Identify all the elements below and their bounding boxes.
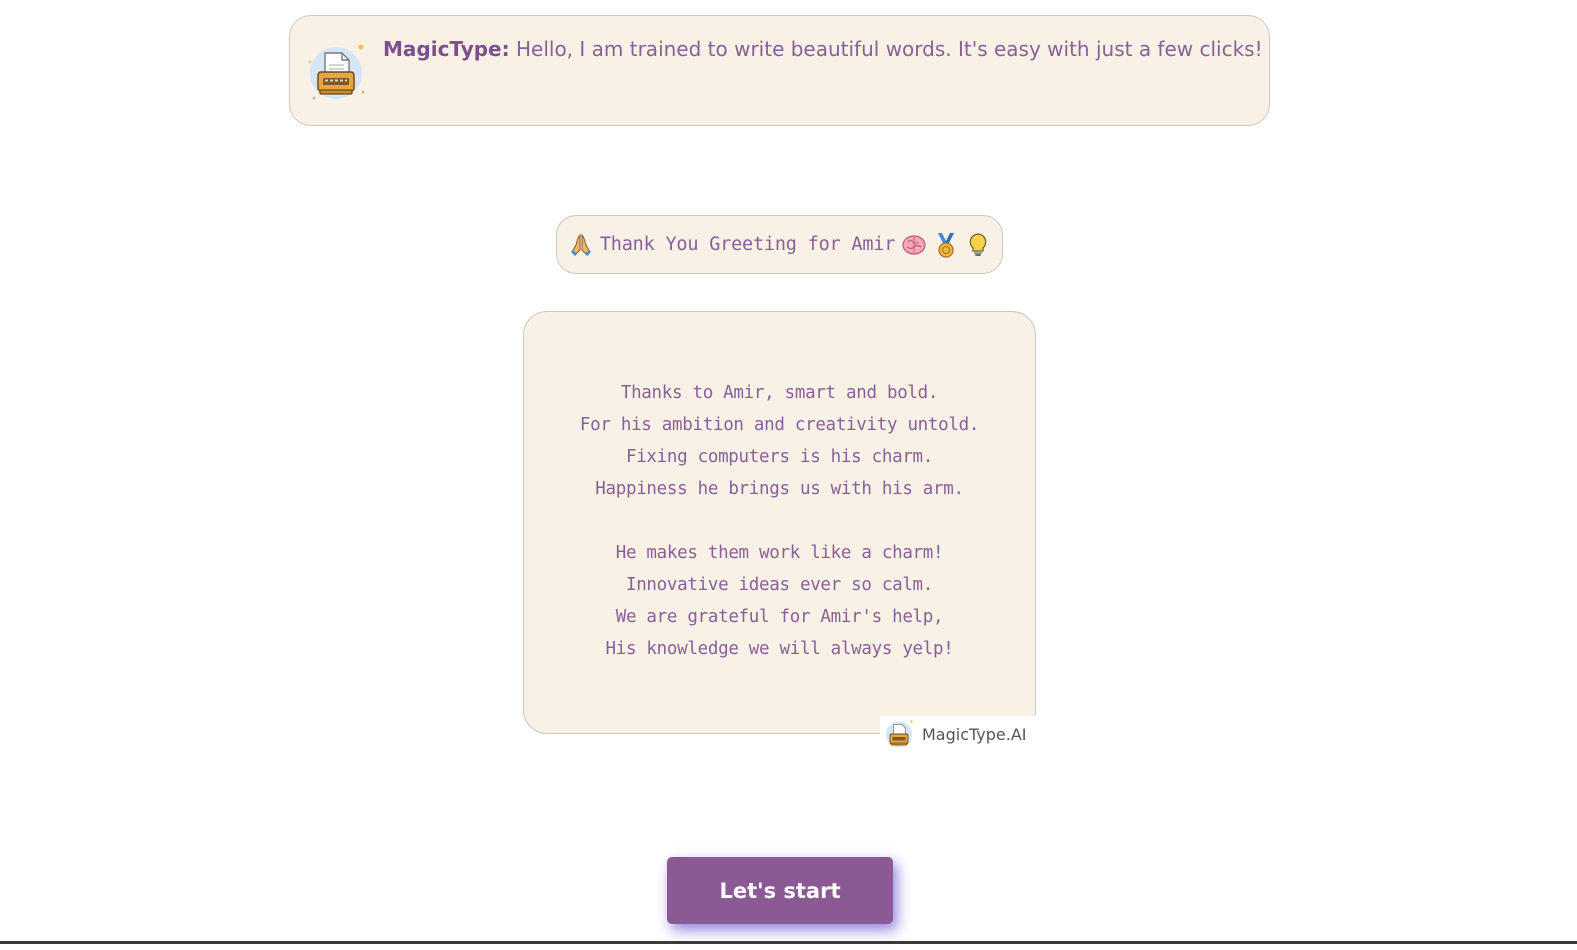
bottom-divider [0, 941, 1577, 944]
intro-card: MagicType: Hello, I am trained to write … [289, 15, 1270, 126]
typewriter-logo-icon [886, 720, 913, 748]
poem-line: Thanks to Amir, smart and bold. [620, 383, 939, 403]
brand-label: MagicType.AI [922, 724, 1027, 744]
magictype-watermark: MagicType.AI [880, 716, 1037, 752]
poem-line: We are grateful for Amir's help, [615, 607, 944, 627]
poem-line: His knowledge we will always yelp! [605, 639, 954, 659]
brain-icon [902, 234, 926, 255]
praying-hands-icon [570, 233, 591, 256]
poem-line: He makes them work like a charm! [615, 543, 944, 563]
poem-stanza-2: He makes them work like a charm! Innovat… [524, 537, 1035, 665]
poem-card: Thanks to Amir, smart and bold. For his … [523, 311, 1036, 734]
poem-line: Innovative ideas ever so calm. [625, 575, 934, 595]
speaker-label: MagicType: [383, 37, 510, 61]
poem-stanza-1: Thanks to Amir, smart and bold. For his … [524, 377, 1035, 505]
lets-start-button[interactable]: Let's start [667, 857, 893, 924]
intro-message: MagicType: Hello, I am trained to write … [383, 35, 1263, 63]
poem-text: Thanks to Amir, smart and bold. For his … [524, 377, 1035, 697]
medal-icon [938, 232, 955, 258]
poem-line: Fixing computers is his charm. [625, 447, 934, 467]
greeting-title: Thank You Greeting for Amir [556, 215, 1003, 274]
poem-line: For his ambition and creativity untold. [579, 415, 980, 435]
greeting-title-text: Thank You Greeting for Amir [599, 234, 896, 255]
intro-message-text: Hello, I am trained to write beautiful w… [509, 37, 1263, 61]
poem-line: Happiness he brings us with his arm. [595, 479, 964, 499]
typewriter-avatar-icon [308, 44, 365, 100]
lightbulb-icon [969, 232, 987, 256]
